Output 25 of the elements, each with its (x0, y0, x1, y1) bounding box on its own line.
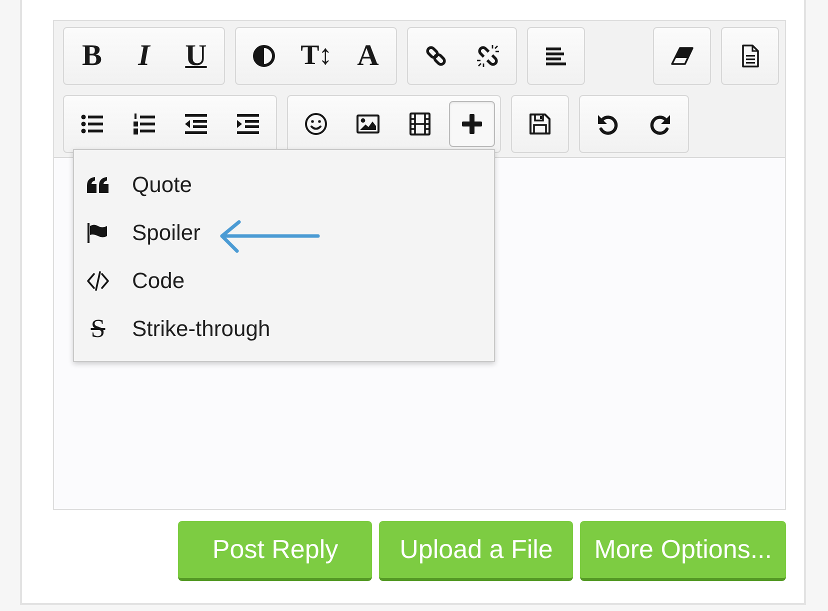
image-icon (356, 112, 380, 136)
bold-button[interactable]: B (69, 33, 115, 79)
plus-icon (460, 112, 484, 136)
menu-item[interactable]: Spoiler (74, 209, 206, 257)
chain-link-icon (424, 44, 448, 68)
smiley-icon (304, 112, 328, 136)
outdent-icon (184, 112, 208, 136)
strikethrough-icon: S (84, 317, 112, 341)
code-icon (84, 269, 112, 293)
text-size-button[interactable]: T↕ (293, 33, 339, 79)
italic-button[interactable]: I (121, 33, 167, 79)
undo-icon (596, 112, 620, 136)
contrast-icon (252, 44, 276, 68)
menu-item[interactable]: Quote (74, 161, 198, 209)
film-strip-icon (408, 112, 432, 136)
underline-button[interactable]: U (173, 33, 219, 79)
indent-icon (236, 112, 260, 136)
eraser-icon (670, 44, 694, 68)
broken-chain-icon (476, 44, 500, 68)
bullet-list-icon (80, 112, 104, 136)
menu-item[interactable]: S Strike-through (74, 305, 276, 353)
font-button[interactable]: A (345, 33, 391, 79)
menu-item[interactable]: Code (74, 257, 191, 305)
numbered-list-icon (132, 112, 156, 136)
insert-button[interactable] (449, 101, 495, 147)
